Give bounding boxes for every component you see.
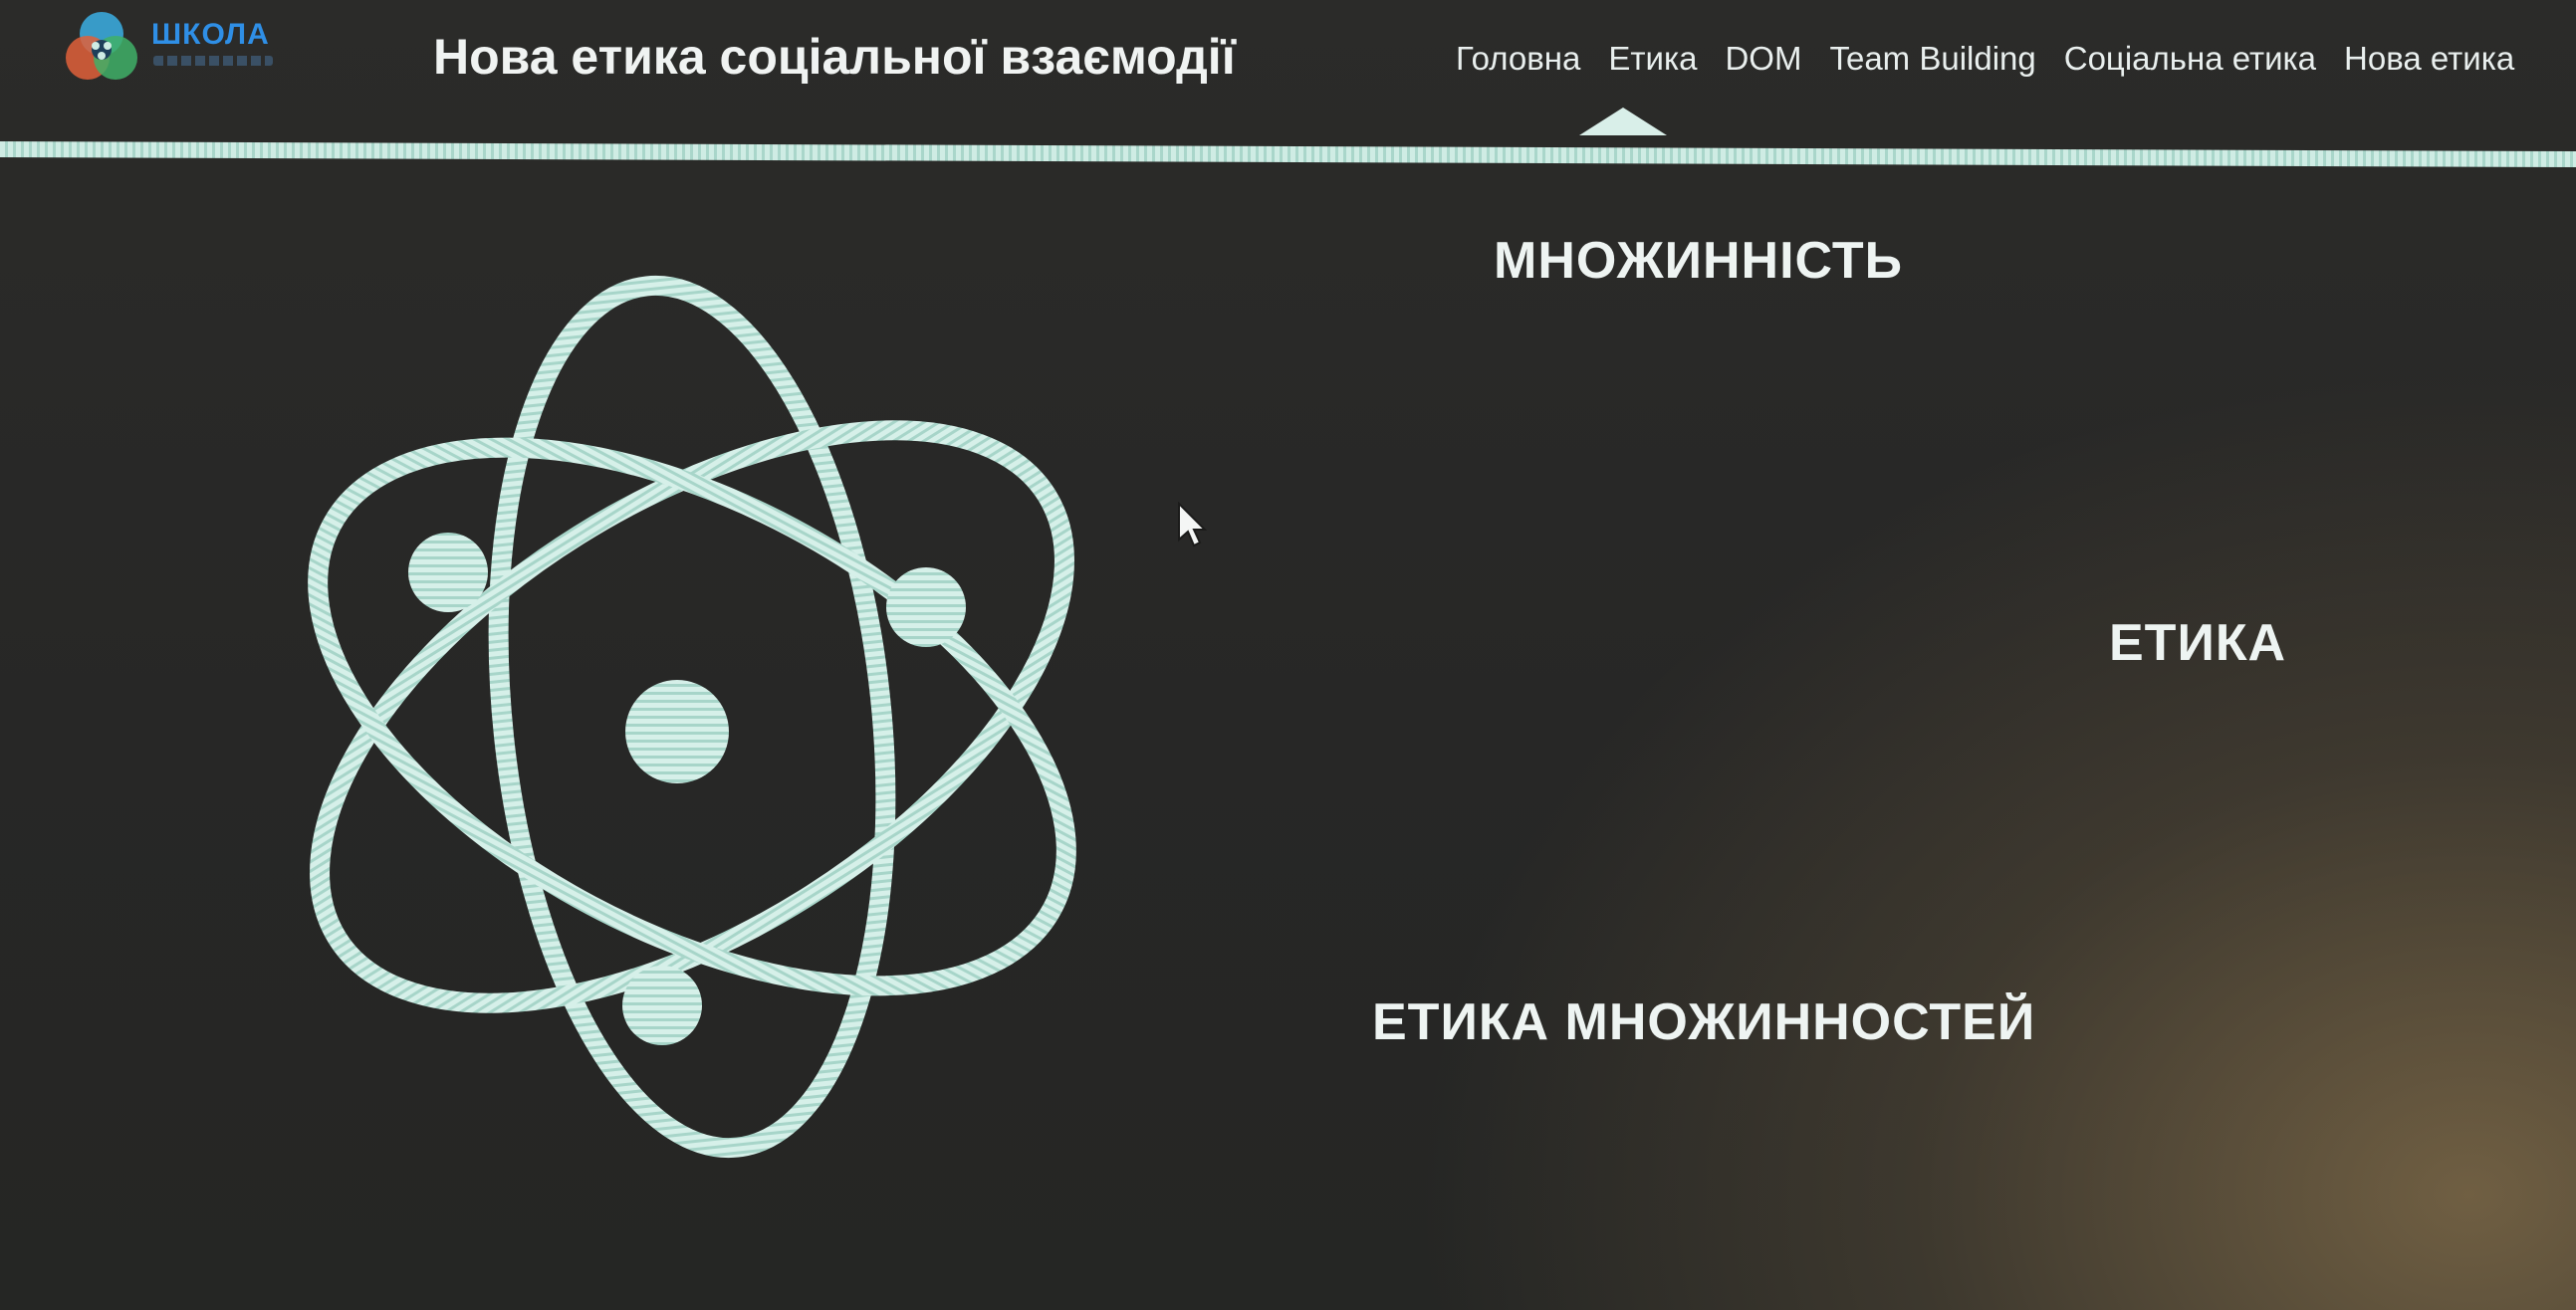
nav-item-dom[interactable]: DOM <box>1725 40 1801 78</box>
atom-icon <box>308 275 1076 1159</box>
logo-icon <box>66 12 137 80</box>
concept-plurality: МНОЖИННІСТЬ <box>1494 232 1903 290</box>
page: ШКОЛА Нова етика соціальної взаємодії Го… <box>0 0 2576 1310</box>
nav-item-home[interactable]: Головна <box>1456 40 1580 78</box>
nucleus <box>625 680 729 783</box>
mouse-pointer-icon <box>1178 502 1207 547</box>
header-divider <box>0 141 2576 167</box>
electron <box>886 567 966 647</box>
electron <box>408 533 488 612</box>
concept-ethics-of-pluralities: ЕТИКА МНОЖИННОСТЕЙ <box>1372 993 2036 1051</box>
logo[interactable]: ШКОЛА <box>60 6 289 88</box>
nav-item-new-ethics[interactable]: Нова етика <box>2344 40 2514 78</box>
logo-text: ШКОЛА <box>151 18 270 51</box>
nav-item-ethics[interactable]: Етика <box>1608 40 1697 78</box>
active-nav-indicator <box>1579 108 1667 135</box>
main-nav: Головна Етика DOM Team Building Соціальн… <box>1456 40 2514 78</box>
nav-item-social-ethics[interactable]: Соціальна етика <box>2064 40 2316 78</box>
electron <box>622 966 702 1045</box>
concept-ethics: ЕТИКА <box>2109 614 2287 672</box>
site-title: Нова етика соціальної взаємодії <box>433 29 1236 85</box>
logo-tagline <box>153 56 273 66</box>
nav-item-team-building[interactable]: Team Building <box>1829 40 2035 78</box>
site-header: ШКОЛА Нова етика соціальної взаємодії Го… <box>0 0 2576 167</box>
